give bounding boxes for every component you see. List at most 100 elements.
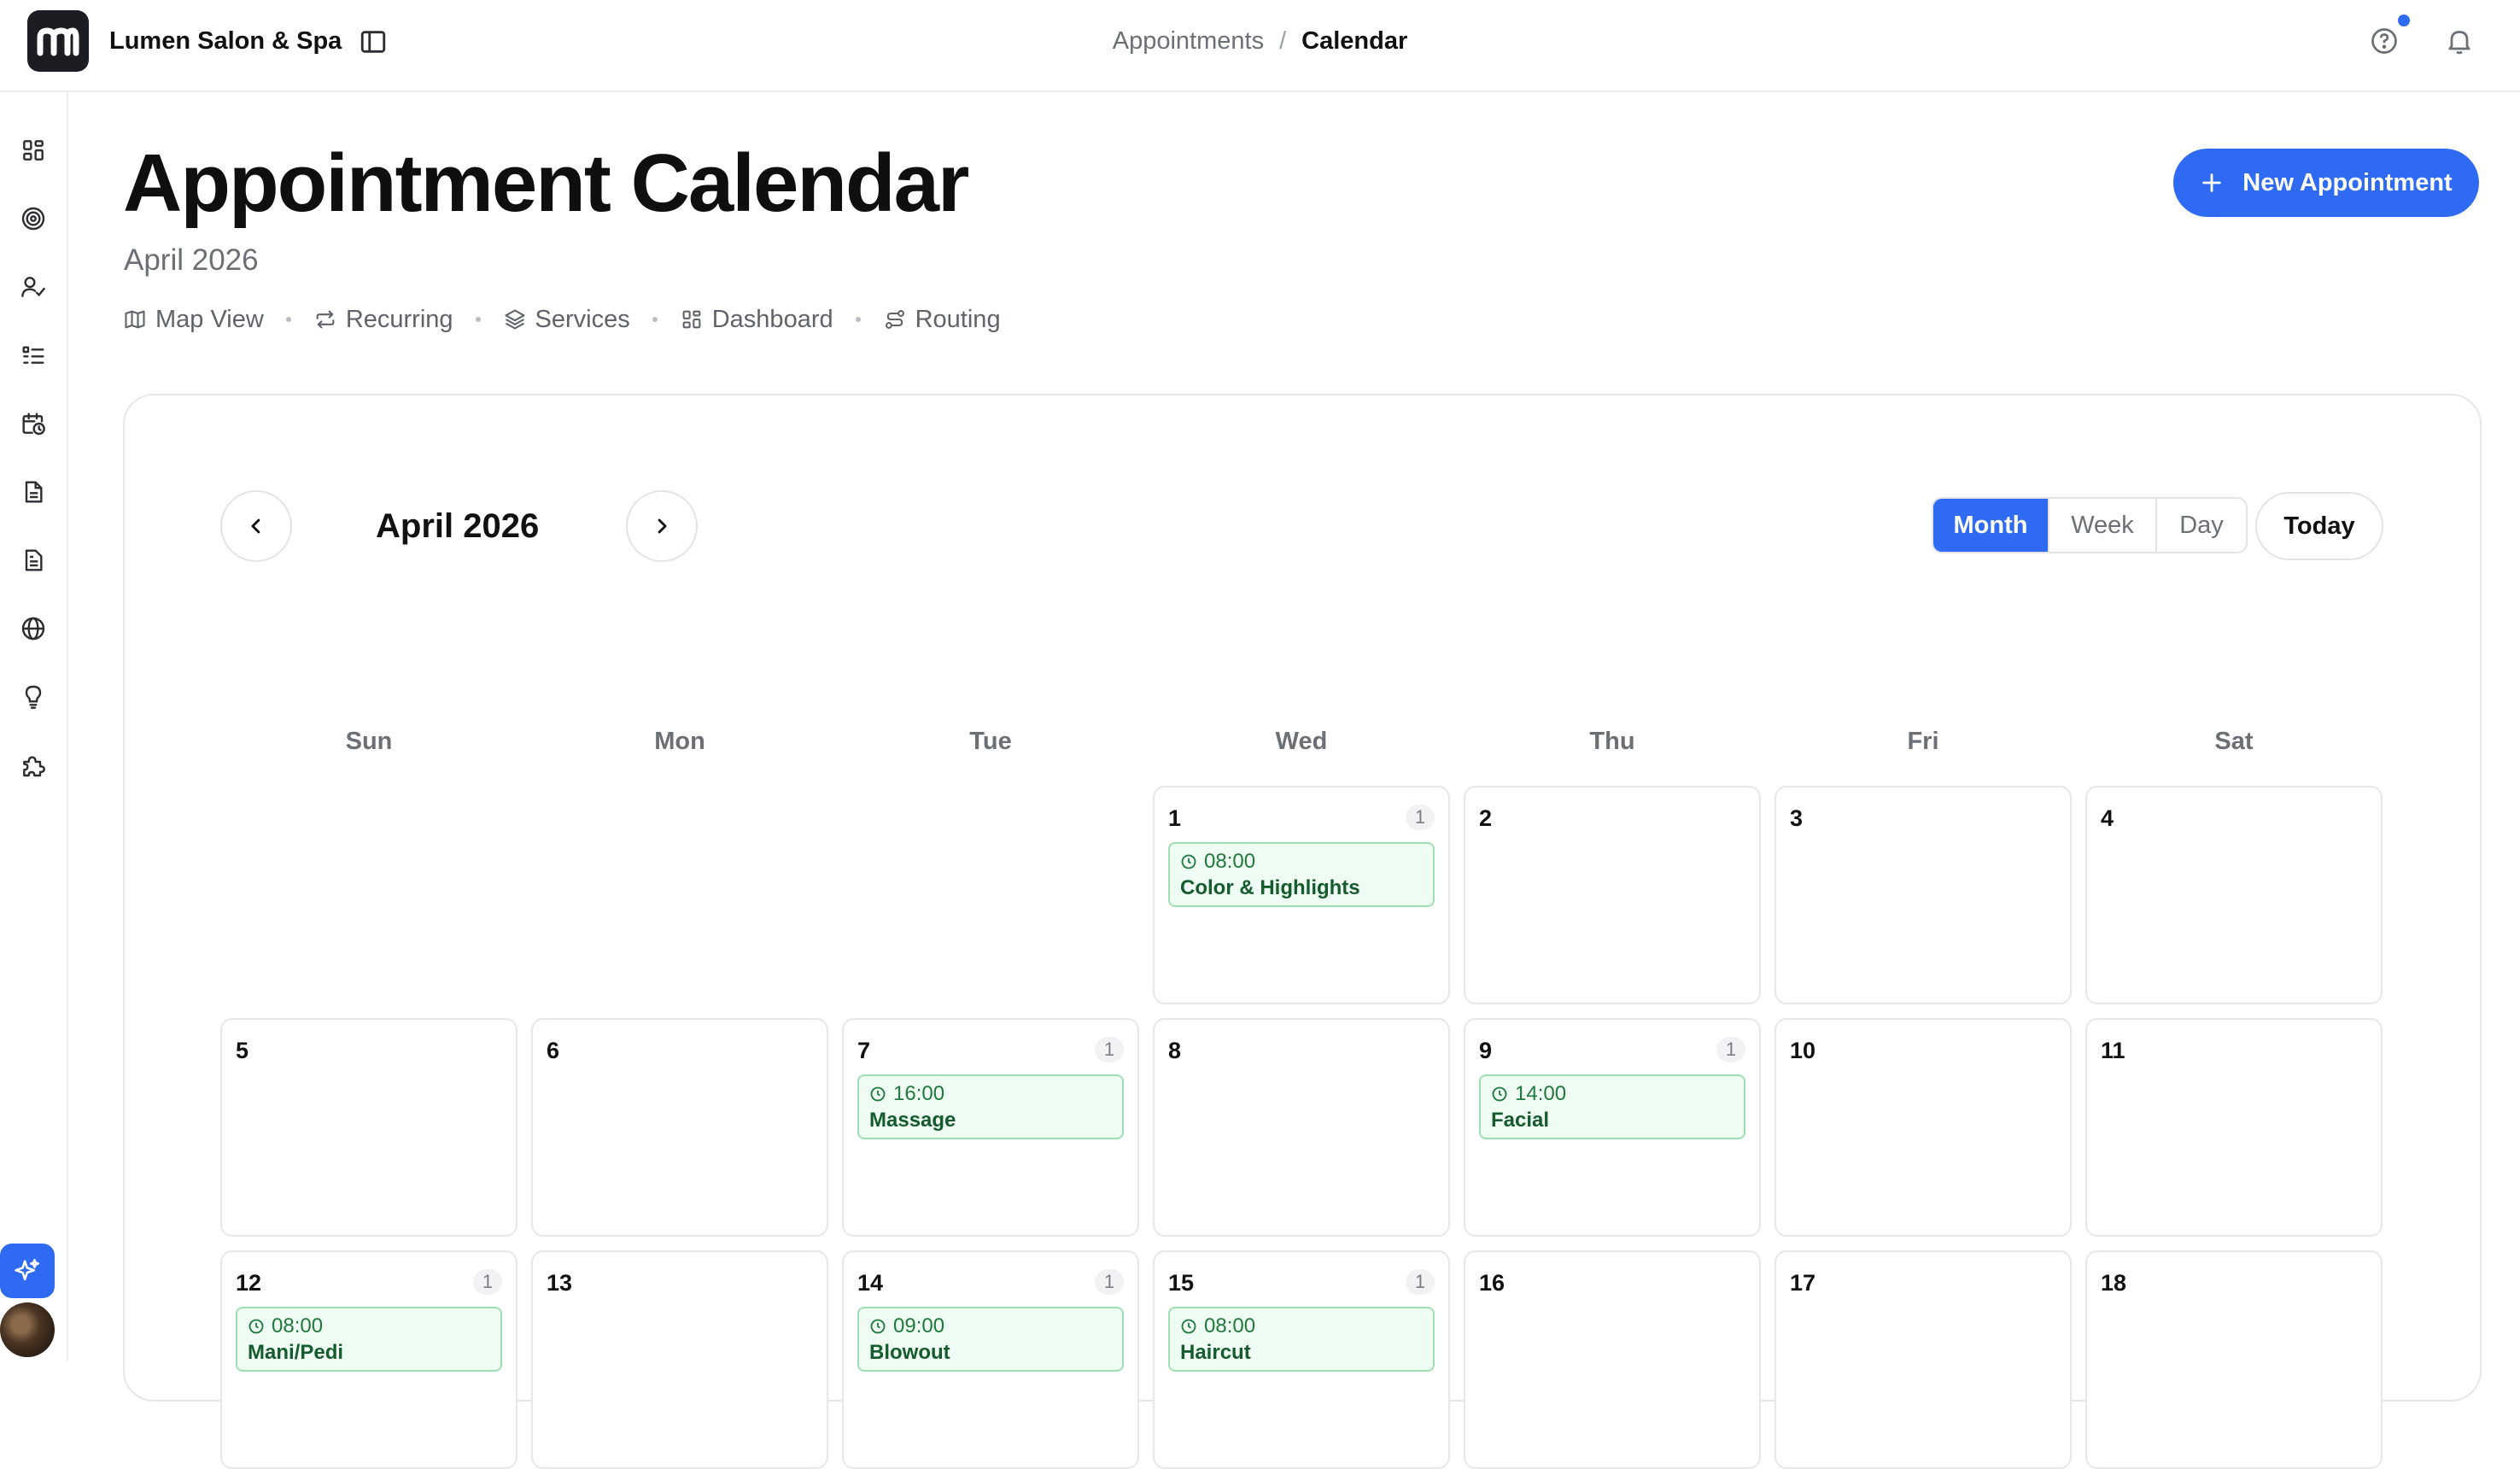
list-icon[interactable] [14, 336, 53, 375]
day-number: 6 [547, 1038, 560, 1063]
day-number: 3 [1790, 805, 1804, 831]
appointment-time-text: 08:00 [272, 1314, 324, 1337]
appointment-time: 09:00 [869, 1314, 1112, 1339]
day-cell[interactable]: 16 [1464, 1250, 1761, 1469]
document-icon[interactable] [14, 472, 53, 512]
day-cell[interactable]: 15 1 08:00 Haircut [1153, 1250, 1450, 1469]
appointment-service: Blowout [869, 1341, 950, 1364]
breadcrumb-separator: / [1279, 27, 1287, 55]
day-cell[interactable]: 11 [2085, 1018, 2383, 1237]
separator-dot [652, 317, 658, 322]
day-cell[interactable]: 9 1 14:00 Facial [1464, 1018, 1761, 1237]
appointment-chip[interactable]: 08:00 Mani/Pedi [236, 1307, 502, 1372]
day-cell[interactable]: 6 [531, 1018, 828, 1237]
app-logo[interactable] [27, 10, 89, 72]
day-cell[interactable]: 13 [531, 1250, 828, 1469]
quick-link-map-view[interactable]: Map View [123, 302, 264, 337]
sparkle-ai-icon[interactable] [0, 1244, 55, 1298]
quick-link-services[interactable]: Services [503, 302, 630, 337]
appointment-chip[interactable]: 14:00 Facial [1479, 1074, 1745, 1139]
quick-link-dashboard[interactable]: Dashboard [680, 302, 833, 337]
day-number: 13 [547, 1270, 573, 1296]
quick-link-label: Recurring [345, 306, 453, 333]
weekday-header: Mon [654, 728, 705, 755]
clock-icon [1180, 1318, 1197, 1335]
view-day-button[interactable]: Day [2155, 499, 2246, 552]
user-check-icon[interactable] [14, 267, 53, 307]
appointment-time-text: 14:00 [1515, 1082, 1567, 1105]
view-month-button[interactable]: Month [1933, 499, 2048, 552]
today-button[interactable]: Today [2255, 492, 2383, 560]
clock-icon [1180, 853, 1197, 870]
day-cell[interactable]: 12 1 08:00 Mani/Pedi [220, 1250, 517, 1469]
day-number: 14 [857, 1270, 884, 1296]
appointment-time-text: 08:00 [1204, 850, 1256, 873]
appointment-service: Mani/Pedi [248, 1341, 344, 1364]
calendar-clock-icon[interactable] [14, 404, 53, 443]
help-icon[interactable] [2369, 26, 2400, 56]
weekday-header: Sun [345, 728, 393, 755]
new-appointment-button[interactable]: New Appointment [2173, 149, 2479, 217]
view-week-button[interactable]: Week [2048, 499, 2155, 552]
page-title: Appointment Calendar [123, 138, 969, 229]
dashboard-icon[interactable] [14, 131, 53, 170]
weekday-header: Fri [1907, 728, 1939, 755]
day-cell[interactable]: 4 [2085, 786, 2383, 1004]
day-number: 4 [2101, 805, 2114, 831]
day-cell[interactable]: 10 [1775, 1018, 2072, 1237]
separator-dot [855, 317, 861, 322]
breadcrumb-appointments[interactable]: Appointments [1113, 27, 1264, 55]
lightbulb-icon[interactable] [14, 677, 53, 717]
target-icon[interactable] [14, 199, 53, 238]
day-number: 9 [1479, 1038, 1493, 1063]
separator-dot [475, 317, 481, 322]
appointment-count-badge: 1 [1095, 1037, 1124, 1062]
clock-icon [869, 1318, 886, 1335]
puzzle-icon[interactable] [14, 746, 53, 785]
user-avatar[interactable] [0, 1302, 55, 1357]
day-number: 11 [2101, 1038, 2125, 1063]
day-cell[interactable]: 7 1 16:00 Massage [842, 1018, 1139, 1237]
day-number: 10 [1790, 1038, 1816, 1063]
weekday-header: Thu [1589, 728, 1635, 755]
appointment-chip[interactable]: 16:00 Massage [857, 1074, 1124, 1139]
dashboard-icon [682, 310, 701, 329]
quick-link-label: Dashboard [711, 306, 833, 333]
appointment-chip[interactable]: 08:00 Color & Highlights [1168, 842, 1435, 907]
map-icon [125, 310, 145, 329]
quick-link-label: Services [535, 306, 630, 333]
day-cell[interactable]: 14 1 09:00 Blowout [842, 1250, 1139, 1469]
day-number: 1 [1168, 805, 1182, 831]
logo-m-icon [37, 27, 79, 56]
next-month-button[interactable] [626, 490, 698, 562]
quick-link-recurring[interactable]: Recurring [313, 302, 453, 337]
day-cell[interactable]: 8 [1153, 1018, 1450, 1237]
page-subtitle: April 2026 [124, 243, 259, 277]
day-cell[interactable]: 2 [1464, 786, 1761, 1004]
day-cell[interactable]: 3 [1775, 786, 2072, 1004]
day-cell[interactable]: 17 [1775, 1250, 2072, 1469]
day-cell[interactable]: 5 [220, 1018, 517, 1237]
quick-link-label: Routing [915, 306, 1001, 333]
appointment-chip[interactable]: 08:00 Haircut [1168, 1307, 1435, 1372]
day-cell[interactable]: 18 [2085, 1250, 2383, 1469]
separator-dot [285, 317, 291, 322]
day-cell[interactable]: 1 1 08:00 Color & Highlights [1153, 786, 1450, 1004]
globe-icon[interactable] [14, 609, 53, 648]
quick-link-routing[interactable]: Routing [883, 302, 1001, 337]
chevron-left-icon [251, 518, 260, 534]
bell-icon[interactable] [2444, 26, 2475, 56]
appointment-count-badge: 1 [1406, 805, 1435, 830]
weekday-header: Wed [1275, 728, 1328, 755]
appointment-time: 08:00 [1180, 1314, 1423, 1339]
calendar-month-label: April 2026 [376, 507, 540, 545]
day-number: 15 [1168, 1270, 1195, 1296]
appointment-chip[interactable]: 09:00 Blowout [857, 1307, 1124, 1372]
appointment-service: Color & Highlights [1180, 876, 1360, 899]
appointment-count-badge: 1 [1406, 1269, 1435, 1295]
brand-name: Lumen Salon & Spa [109, 27, 342, 55]
sidebar-toggle-icon[interactable] [359, 27, 388, 56]
appointment-count-badge: 1 [473, 1269, 502, 1295]
document-lines-icon[interactable] [14, 541, 53, 580]
previous-month-button[interactable] [220, 490, 292, 562]
